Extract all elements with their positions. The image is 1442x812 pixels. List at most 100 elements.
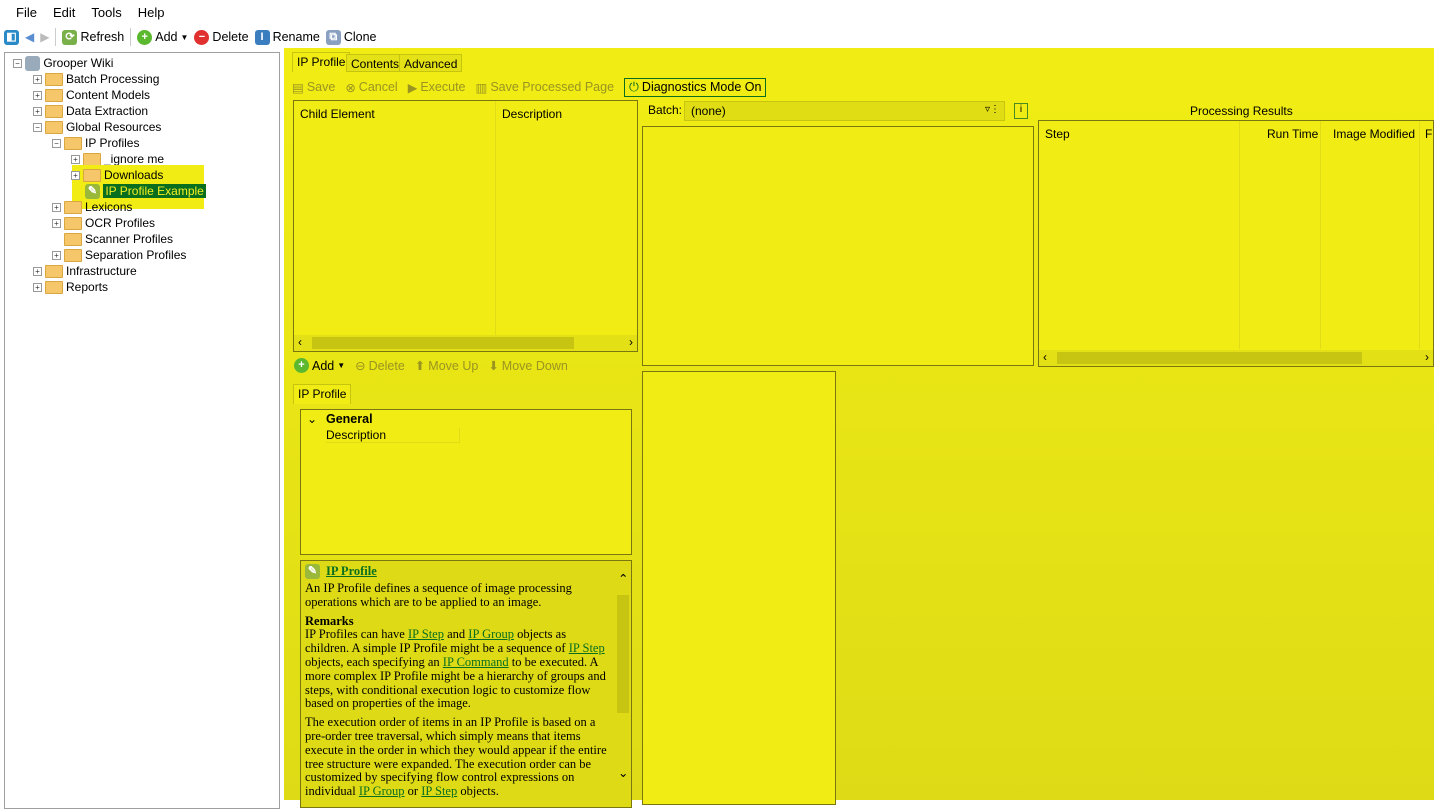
navigate-tree-icon[interactable]: ◧ <box>4 29 19 45</box>
move-down-button[interactable]: ⬇ Move Down <box>488 358 567 374</box>
menu-edit[interactable]: Edit <box>45 5 83 20</box>
tree-item[interactable]: + Infrastructure <box>33 263 137 279</box>
scroll-down-icon[interactable]: ⌄ <box>618 766 628 781</box>
link-ip-step[interactable]: IP Step <box>408 627 444 641</box>
property-grid[interactable]: ⌄ General Description <box>300 409 632 555</box>
folder-icon <box>45 72 63 86</box>
scrollbar-thumb[interactable] <box>312 337 574 349</box>
refresh-button[interactable]: ⟳ Refresh <box>62 29 124 45</box>
collapse-icon[interactable]: ⌄ <box>307 412 317 426</box>
help-paragraph: IP Profiles can have IP Step and IP Grou… <box>305 627 611 711</box>
back-icon[interactable]: ◀ <box>25 30 34 44</box>
delete-child-button[interactable]: ⊖ Delete <box>355 358 405 374</box>
forward-icon[interactable]: ▶ <box>40 30 49 44</box>
scrollbar-thumb[interactable] <box>1057 352 1362 364</box>
scroll-right-icon[interactable]: › <box>629 335 633 349</box>
cancel-button[interactable]: ⊗ Cancel <box>345 80 397 95</box>
add-button[interactable]: + Add ▼ <box>137 29 188 45</box>
save-icon: ▤ <box>292 80 304 95</box>
tree-root[interactable]: − Grooper Wiki <box>13 55 113 71</box>
image-viewer[interactable] <box>642 126 1034 366</box>
tree-item-selected[interactable]: ✎ IP Profile Example <box>85 183 206 199</box>
tree-item[interactable]: Scanner Profiles <box>64 231 173 247</box>
tree-item[interactable]: − Global Resources <box>33 119 161 135</box>
tab-ip-profile[interactable]: IP Profile <box>292 52 351 72</box>
column-child-element[interactable]: Child Element <box>300 107 375 121</box>
resource-tree[interactable]: − Grooper Wiki + Batch Processing + Conten… <box>4 52 280 809</box>
tree-item[interactable]: + Batch Processing <box>33 71 159 87</box>
menu-bar: File Edit Tools Help <box>0 0 1442 24</box>
column-description[interactable]: Description <box>502 107 562 121</box>
batch-info-icon[interactable]: i <box>1014 103 1028 119</box>
delete-button[interactable]: − Delete <box>194 29 249 45</box>
ip-profile-icon: ✎ <box>85 183 100 199</box>
help-panel: ✎ IP Profile An IP Profile defines a sequ… <box>300 560 632 808</box>
processing-results-title: Processing Results <box>1190 104 1293 118</box>
scrollbar-thumb[interactable] <box>617 595 629 713</box>
diagnostics-mode-button[interactable]: ⏻ Diagnostics Mode On <box>624 77 767 97</box>
tab-contents[interactable]: Contents <box>346 54 405 72</box>
menu-help[interactable]: Help <box>130 5 173 20</box>
help-title-link[interactable]: IP Profile <box>326 564 377 579</box>
folder-icon <box>83 168 101 182</box>
tab-properties-ip-profile[interactable]: IP Profile <box>293 384 352 404</box>
column-divider <box>1419 121 1420 349</box>
menu-tools[interactable]: Tools <box>83 5 129 20</box>
processing-results-grid[interactable]: Step Run Time Image Modified F ‹ › <box>1038 120 1434 367</box>
execute-button[interactable]: ▶ Execute <box>408 80 466 95</box>
tree-item[interactable]: + Lexicons <box>52 199 132 215</box>
clone-icon: ⧉ <box>325 29 341 45</box>
folder-icon <box>64 200 82 214</box>
scroll-left-icon[interactable]: ‹ <box>1043 350 1047 364</box>
help-text: and <box>443 627 469 642</box>
add-icon: + <box>294 358 309 373</box>
folder-icon <box>45 88 63 102</box>
add-icon: + <box>137 29 153 45</box>
tree-item[interactable]: + Reports <box>33 279 108 295</box>
tab-advanced[interactable]: Advanced <box>399 54 463 72</box>
help-text: or <box>404 784 422 799</box>
link-ip-command[interactable]: IP Command <box>443 655 509 669</box>
tree-item[interactable]: + Downloads <box>71 167 163 183</box>
tree-item[interactable]: + Separation Profiles <box>52 247 186 263</box>
column-step[interactable]: Step <box>1045 127 1070 141</box>
scroll-right-icon[interactable]: › <box>1425 350 1429 364</box>
column-divider <box>1239 121 1240 349</box>
tree-item[interactable]: + Content Models <box>33 87 150 103</box>
tree-item[interactable]: + OCR Profiles <box>52 215 155 231</box>
batch-selector[interactable]: (none) ▿⋮ <box>684 101 1005 121</box>
arrow-down-icon: ⬇ <box>488 359 499 373</box>
vertical-scrollbar[interactable]: ⌃ ⌄ <box>615 561 631 807</box>
horizontal-scrollbar[interactable]: ‹ › <box>1039 350 1433 366</box>
horizontal-scrollbar[interactable]: ‹ › <box>294 335 637 351</box>
property-description[interactable]: Description <box>326 428 459 443</box>
link-ip-group[interactable]: IP Group <box>468 627 514 641</box>
link-ip-step[interactable]: IP Step <box>421 784 457 798</box>
tree-item[interactable]: − IP Profiles <box>52 135 139 151</box>
tree-item[interactable]: + Data Extraction <box>33 103 148 119</box>
scroll-up-icon[interactable]: ⌃ <box>618 572 628 587</box>
column-f[interactable]: F <box>1425 127 1432 141</box>
folder-icon <box>64 232 82 246</box>
link-ip-step[interactable]: IP Step <box>569 641 605 655</box>
clone-button[interactable]: ⧉ Clone <box>325 29 376 45</box>
save-processed-page-button[interactable]: ▥ Save Processed Page <box>476 80 615 95</box>
folder-icon <box>45 280 63 294</box>
column-run-time[interactable]: Run Time <box>1267 127 1318 141</box>
dropdown-tree-icon: ▿⋮ <box>984 104 1000 115</box>
folder-icon <box>83 152 101 166</box>
scroll-left-icon[interactable]: ‹ <box>298 335 302 349</box>
add-child-button[interactable]: + Add ▼ <box>294 358 345 373</box>
help-header: ✎ IP Profile <box>305 564 611 579</box>
link-ip-group[interactable]: IP Group <box>359 784 405 798</box>
batch-label: Batch: <box>648 103 683 117</box>
rename-button[interactable]: I Rename <box>254 29 320 45</box>
child-element-grid[interactable]: Child Element Description ‹ › <box>293 100 638 352</box>
menu-file[interactable]: File <box>8 5 45 20</box>
description-value[interactable] <box>459 428 631 443</box>
save-button[interactable]: ▤ Save <box>292 80 335 95</box>
column-image-modified[interactable]: Image Modified <box>1333 127 1415 141</box>
thumbnail-panel[interactable] <box>642 371 836 805</box>
move-up-button[interactable]: ⬆ Move Up <box>415 358 479 374</box>
column-divider <box>1320 121 1321 349</box>
